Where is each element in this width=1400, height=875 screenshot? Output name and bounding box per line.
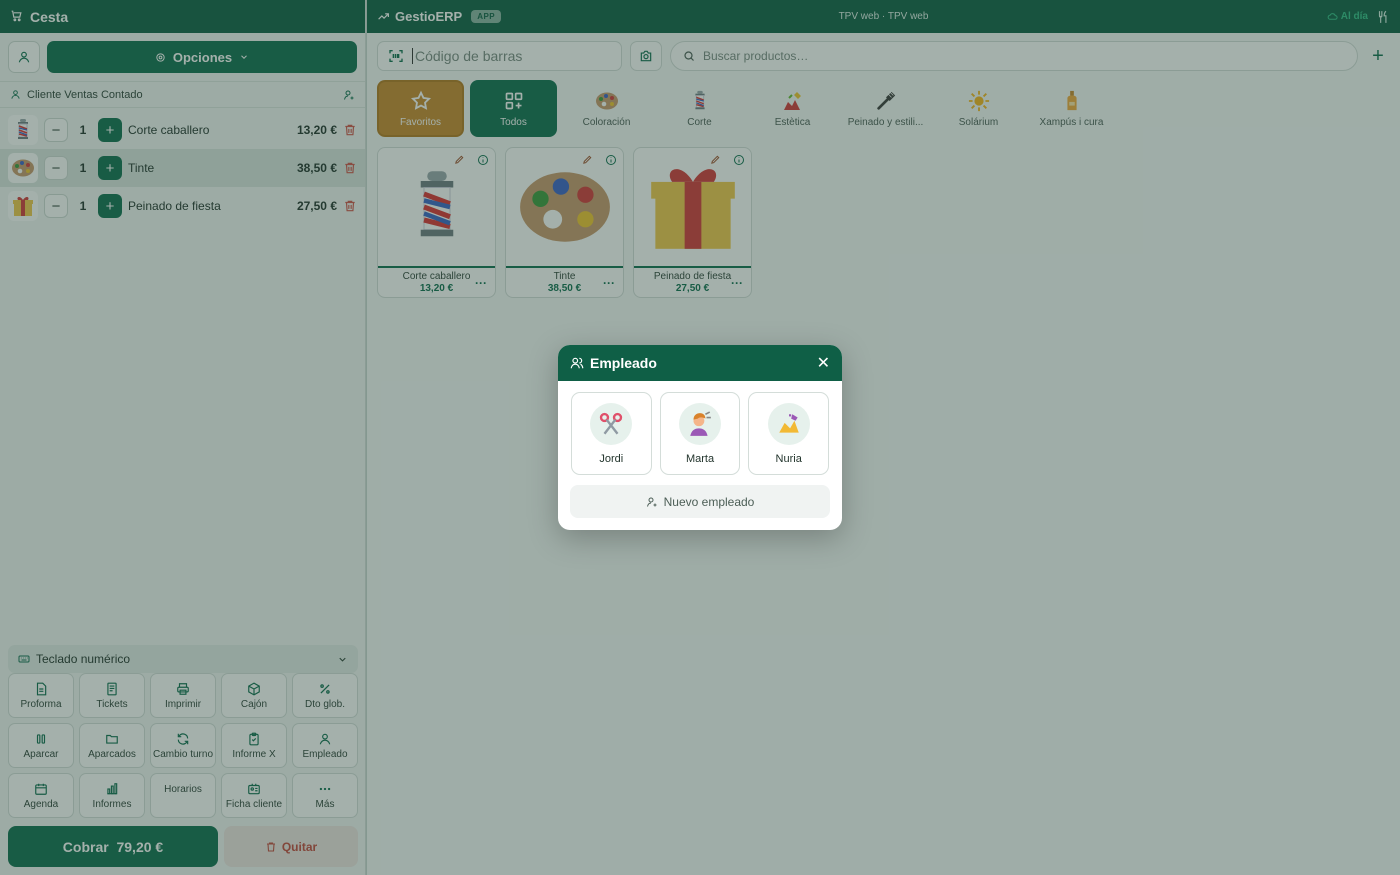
employee-list: Jordi Marta Nuria: [558, 381, 842, 475]
modal-title: Empleado: [590, 355, 657, 371]
employee-card-jordi[interactable]: Jordi: [571, 392, 652, 475]
close-icon[interactable]: ✕: [817, 353, 830, 373]
employee-name: Marta: [685, 452, 715, 465]
scissors-icon: [590, 402, 633, 445]
hairdresser-icon: [679, 402, 721, 445]
employee-name: Jordi: [599, 452, 624, 465]
add-user-icon: [646, 497, 657, 507]
modal-header: Empleado ✕: [558, 345, 842, 381]
nail-polish-icon: [767, 402, 810, 445]
new-employee-label: Nuevo empleado: [663, 494, 755, 509]
users-icon: [570, 357, 584, 369]
employee-name: Nuria: [775, 452, 802, 465]
employee-card-marta[interactable]: Marta: [659, 392, 741, 475]
new-employee-button[interactable]: Nuevo empleado: [570, 485, 830, 518]
employee-card-nuria[interactable]: Nuria: [748, 392, 830, 475]
employee-modal: Empleado ✕ Jordi Marta Nuria Nuevo emple…: [558, 345, 842, 530]
